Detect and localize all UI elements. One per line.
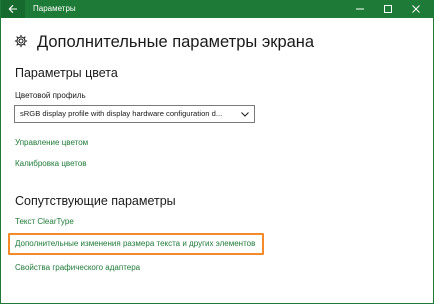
color-profile-dropdown[interactable]: sRGB display profile with display hardwa… [14,105,255,123]
text-size-link[interactable]: Дополнительные изменения размера текста … [15,239,255,249]
cleartype-link[interactable]: Текст ClearType [15,217,74,227]
back-button[interactable] [1,0,25,18]
page-title: Дополнительные параметры экрана [37,33,315,51]
window-title: Параметры [33,4,76,13]
chevron-down-icon [241,112,249,117]
minimize-button[interactable] [347,0,373,18]
close-icon [412,5,420,13]
related-settings-heading: Сопутствующие параметры [15,194,176,208]
color-management-link[interactable]: Управление цветом [15,138,88,148]
close-button[interactable] [403,0,429,18]
minimize-icon [356,8,364,10]
color-profile-label: Цветовой профиль [15,91,86,100]
color-settings-heading: Параметры цвета [15,66,118,80]
settings-window: Параметры Дополнительные параметры экран… [0,0,434,304]
maximize-icon [384,5,392,13]
arrow-left-icon [8,4,17,14]
title-bar: Параметры [1,0,433,18]
color-profile-value: sRGB display profile with display hardwa… [20,109,223,118]
graphics-adapter-link[interactable]: Свойства графического адаптера [15,263,140,273]
color-calibration-link[interactable]: Калибровка цветов [15,159,87,169]
maximize-button[interactable] [375,0,401,18]
gear-icon [14,34,28,48]
